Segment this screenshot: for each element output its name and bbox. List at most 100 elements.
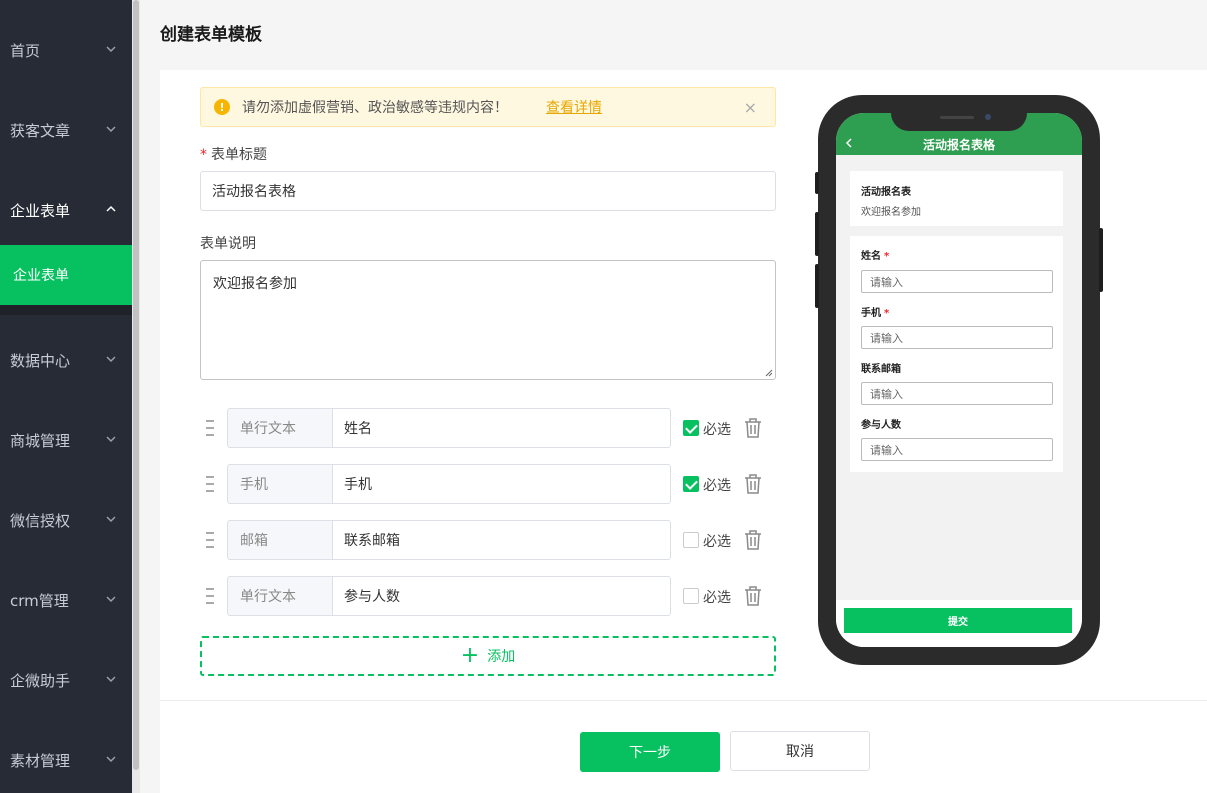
sidebar-item-label: crm管理 <box>10 591 69 610</box>
preview-field-label: 姓名 * <box>861 247 889 262</box>
add-field-button[interactable]: + 添加 <box>200 636 776 676</box>
preview-form-desc: 欢迎报名参加 <box>861 207 921 218</box>
field-type-select[interactable]: 单行文本 <box>227 576 333 616</box>
sidebar-item-label: 首页 <box>10 41 41 60</box>
chevron-down-icon <box>106 756 116 763</box>
phone-side-button <box>1099 228 1103 292</box>
drag-handle-icon[interactable] <box>206 588 216 605</box>
preview-field-label: 手机 * <box>861 304 889 319</box>
warning-icon: ! <box>214 99 230 115</box>
preview-fields-card: 姓名 * 请输入 手机 * 请输入 联系邮箱 请输入 参与人数 请输入 <box>850 236 1063 472</box>
drag-handle-icon[interactable] <box>206 532 216 549</box>
sidebar-item-label: 商城管理 <box>10 431 71 450</box>
chevron-down-icon <box>106 126 116 133</box>
required-checkbox[interactable] <box>683 420 699 436</box>
field-type-select[interactable]: 邮箱 <box>227 520 333 560</box>
phone-side-button <box>815 264 819 308</box>
drag-handle-icon[interactable] <box>206 476 216 493</box>
sidebar: 首页 获客文章 企业表单 企业表单 数据中心 商城管理 微信授权 crm管理 企… <box>0 0 132 793</box>
sidebar-item-materials[interactable]: 素材管理 <box>0 740 132 780</box>
preview-bottom-bar: 提交 <box>836 600 1082 647</box>
required-label: 必选 <box>703 590 731 606</box>
required-checkbox[interactable] <box>683 532 699 548</box>
preview-field-label-text: 姓名 <box>861 251 881 262</box>
preview-field-input[interactable]: 请输入 <box>861 326 1053 349</box>
scrollbar-thumb[interactable] <box>133 0 139 770</box>
resize-handle-icon[interactable] <box>765 369 773 377</box>
close-icon[interactable]: × <box>744 98 757 117</box>
trash-icon[interactable] <box>743 417 763 439</box>
cancel-button[interactable]: 取消 <box>730 731 870 771</box>
form-title-input[interactable]: 活动报名表格 <box>200 171 776 211</box>
sidebar-item-wecom-assistant[interactable]: 企微助手 <box>0 660 132 700</box>
drag-handle-icon[interactable] <box>206 420 216 437</box>
chevron-down-icon <box>106 46 116 53</box>
field-name-input[interactable]: 手机 <box>332 464 671 504</box>
field-row: 邮箱 联系邮箱 必选 <box>200 520 780 560</box>
chevron-down-icon <box>106 516 116 523</box>
add-field-label: 添加 <box>487 649 516 665</box>
phone-speaker <box>940 116 974 119</box>
field-name-input[interactable]: 参与人数 <box>332 576 671 616</box>
alert-text: 请勿添加虚假营销、政治敏感等违规内容！ <box>242 100 508 116</box>
phone-notch <box>891 97 1027 131</box>
phone-side-button <box>815 212 819 256</box>
sidebar-item-label: 企微助手 <box>10 671 71 690</box>
preview-field-input[interactable]: 请输入 <box>861 270 1053 293</box>
sidebar-item-forms[interactable]: 企业表单 <box>0 190 132 230</box>
preview-form-title: 活动报名表 <box>861 187 911 198</box>
required-label: 必选 <box>703 534 731 550</box>
preview-field-input[interactable]: 请输入 <box>861 438 1053 461</box>
field-row: 单行文本 姓名 必选 <box>200 408 780 448</box>
phone-side-button <box>815 172 819 194</box>
sidebar-item-label: 微信授权 <box>10 511 71 530</box>
phone-camera <box>985 114 991 120</box>
sidebar-item-label: 数据中心 <box>10 351 71 370</box>
field-type-select[interactable]: 手机 <box>227 464 333 504</box>
next-step-button[interactable]: 下一步 <box>580 732 720 772</box>
trash-icon[interactable] <box>743 585 763 607</box>
chevron-down-icon <box>106 676 116 683</box>
preview-field-label: 参与人数 <box>861 420 901 431</box>
form-desc-textarea[interactable]: 欢迎报名参加 <box>200 260 776 380</box>
sidebar-item-home[interactable]: 首页 <box>0 30 132 70</box>
sidebar-item-mall[interactable]: 商城管理 <box>0 420 132 460</box>
sidebar-item-wechat-auth[interactable]: 微信授权 <box>0 500 132 540</box>
sidebar-item-crm[interactable]: crm管理 <box>0 580 132 620</box>
preview-submit-button[interactable]: 提交 <box>844 608 1072 633</box>
form-title-label-text: 表单标题 <box>211 147 267 163</box>
preview-info-card: 活动报名表 欢迎报名参加 <box>850 171 1063 226</box>
alert-details-link[interactable]: 查看详情 <box>546 97 602 117</box>
chevron-down-icon <box>106 436 116 443</box>
warning-alert: ! 请勿添加虚假营销、政治敏感等违规内容！ 查看详情 × <box>200 87 776 127</box>
form-title-label: * 表单标题 <box>200 147 267 163</box>
phone-screen: 活动报名表格 活动报名表 欢迎报名参加 姓名 * 请输入 手机 * 请输入 联系邮箱… <box>836 113 1082 647</box>
form-desc-label: 表单说明 <box>200 236 256 252</box>
chevron-down-icon <box>106 596 116 603</box>
sidebar-subitem-forms[interactable]: 企业表单 <box>0 245 132 305</box>
field-name-input[interactable]: 联系邮箱 <box>332 520 671 560</box>
sidebar-item-data-center[interactable]: 数据中心 <box>0 340 132 380</box>
form-desc-value: 欢迎报名参加 <box>213 276 297 292</box>
trash-icon[interactable] <box>743 473 763 495</box>
required-label: 必选 <box>703 422 731 438</box>
required-checkbox[interactable] <box>683 476 699 492</box>
required-mark: * <box>884 308 890 319</box>
phone-header-title: 活动报名表格 <box>922 138 995 152</box>
sidebar-item-label: 素材管理 <box>10 751 71 770</box>
page-title: 创建表单模板 <box>160 25 262 45</box>
sidebar-scrollbar[interactable] <box>132 0 140 793</box>
field-name-input[interactable]: 姓名 <box>332 408 671 448</box>
field-type-select[interactable]: 单行文本 <box>227 408 333 448</box>
sidebar-subitem-label: 企业表单 <box>13 268 69 284</box>
preview-field-input[interactable]: 请输入 <box>861 382 1053 405</box>
chevron-down-icon <box>106 356 116 363</box>
required-checkbox[interactable] <box>683 588 699 604</box>
sidebar-item-articles[interactable]: 获客文章 <box>0 110 132 150</box>
trash-icon[interactable] <box>743 529 763 551</box>
field-row: 手机 手机 必选 <box>200 464 780 504</box>
chevron-up-icon <box>106 205 116 212</box>
plus-icon: + <box>460 643 480 668</box>
sidebar-item-label: 获客文章 <box>10 121 71 140</box>
preview-field-label-text: 手机 <box>861 308 881 319</box>
